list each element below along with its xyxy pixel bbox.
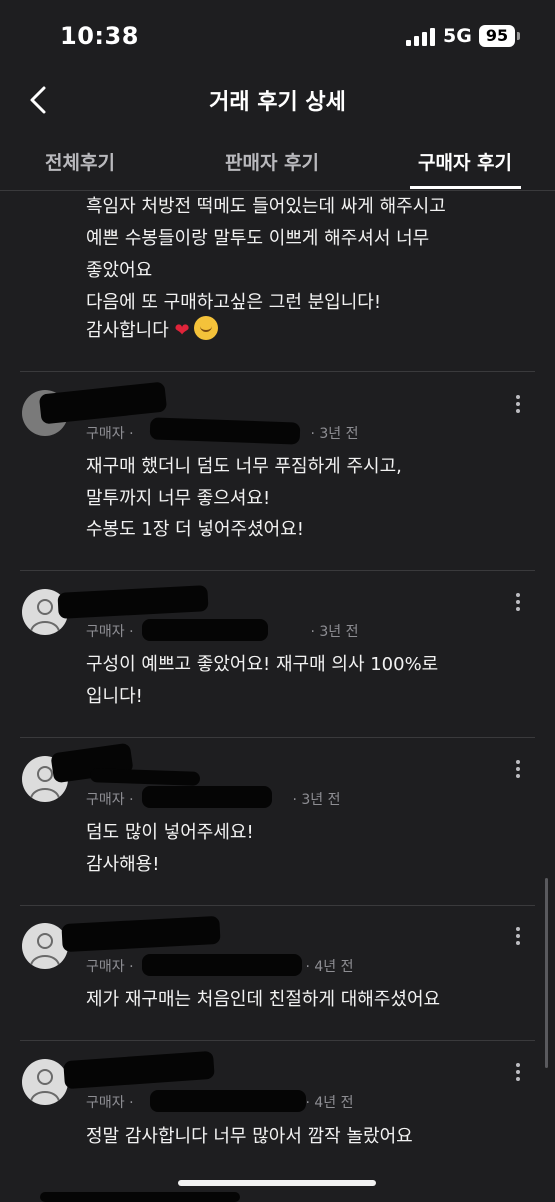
smiling-face-emoji-icon	[193, 316, 218, 340]
scrollbar[interactable]	[545, 878, 548, 1068]
redaction-mark	[89, 768, 201, 786]
tab-buyer-reviews[interactable]: 구매자 후기	[418, 148, 512, 175]
review-text-line: 좋았어요	[86, 260, 153, 281]
review-text-line: 흑임자 처방전 떡메도 들어있는데 싸게 해주시고	[86, 196, 446, 217]
review-text-line: 덤도 많이 넣어주세요!	[86, 822, 254, 843]
battery-icon: 95	[479, 25, 515, 47]
tab-seller-reviews[interactable]: 판매자 후기	[225, 148, 319, 175]
review-meta: 구매자 · · 3년 전	[86, 624, 359, 640]
review-text-line: 감사해용!	[86, 854, 160, 875]
home-indicator[interactable]	[178, 1180, 376, 1186]
review-time: 3년 전	[319, 426, 359, 442]
review-text-line: 예쁜 수봉들이랑 말투도 이쁘게 해주셔서 너무	[86, 228, 430, 249]
review-text-line: 재구매 했더니 덤도 너무 푸짐하게 주시고,	[86, 456, 402, 477]
default-avatar-icon	[30, 1069, 60, 1102]
review-time: 4년 전	[314, 959, 354, 975]
more-options-icon[interactable]	[508, 589, 528, 615]
review-meta: 구매자 · · 3년 전	[86, 426, 359, 442]
redaction-mark	[57, 585, 209, 619]
divider	[20, 1040, 535, 1041]
divider	[20, 371, 535, 372]
review-time: 3년 전	[301, 792, 341, 808]
signal-icon	[406, 28, 436, 46]
reviewer-role: 구매자	[86, 1095, 125, 1111]
review-text-line: 입니다!	[86, 686, 143, 707]
divider	[20, 905, 535, 906]
status-time: 10:38	[60, 22, 139, 50]
review-meta: 구매자 · · 4년 전	[86, 1095, 354, 1111]
redaction-mark	[40, 1192, 240, 1202]
avatar[interactable]	[22, 1059, 68, 1105]
battery-tip	[517, 32, 520, 40]
nav-bar: 거래 후기 상세	[0, 72, 555, 128]
review-time: 4년 전	[314, 1095, 354, 1111]
review-text-line: 구성이 예쁘고 좋았어요! 재구매 의사 100%로	[86, 654, 439, 675]
review-meta: 구매자 · · 3년 전	[86, 792, 341, 808]
tab-all-reviews[interactable]: 전체후기	[45, 148, 115, 175]
review-time: 3년 전	[319, 624, 359, 640]
review-text-line: 감사합니다 ❤	[86, 316, 218, 342]
reviewer-role: 구매자	[86, 426, 125, 442]
page-title: 거래 후기 상세	[209, 90, 346, 115]
more-options-icon[interactable]	[508, 923, 528, 949]
status-bar: 10:38 5G 95	[0, 0, 555, 72]
redaction-mark	[63, 1050, 215, 1090]
reviewer-role: 구매자	[86, 624, 125, 640]
heart-emoji-icon: ❤	[174, 320, 190, 341]
review-text-line: 말투까지 너무 좋으셔요!	[86, 488, 271, 509]
review-text: 감사합니다	[86, 320, 169, 341]
redaction-mark	[61, 915, 221, 953]
tab-bar: 전체후기 판매자 후기 구매자 후기	[0, 136, 555, 191]
divider	[20, 570, 535, 571]
redaction-mark	[38, 381, 168, 425]
reviewer-role: 구매자	[86, 959, 125, 975]
more-options-icon[interactable]	[508, 391, 528, 417]
more-options-icon[interactable]	[508, 756, 528, 782]
review-text-line: 정말 감사합니다 너무 많아서 깜작 놀랐어요	[86, 1126, 413, 1147]
network-label: 5G	[443, 25, 472, 47]
review-text-line: 다음에 또 구매하고싶은 그런 분입니다!	[86, 292, 382, 313]
more-options-icon[interactable]	[508, 1059, 528, 1085]
review-text-line: 수봉도 1장 더 넣어주셨어요!	[86, 519, 304, 540]
reviewer-role: 구매자	[86, 792, 125, 808]
active-tab-indicator	[410, 186, 521, 189]
review-text-line: 제가 재구매는 처음인데 친절하게 대해주셨어요	[86, 989, 441, 1010]
divider	[20, 737, 535, 738]
review-meta: 구매자 · · 4년 전	[86, 959, 354, 975]
